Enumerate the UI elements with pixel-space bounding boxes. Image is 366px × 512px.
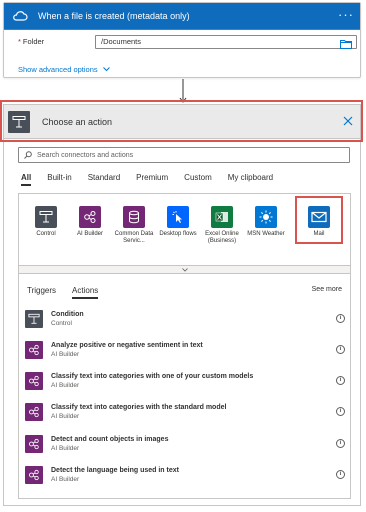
connector-label: Common Data Servic... [114,231,154,244]
connector-ai-builder[interactable]: AI Builder [70,206,110,238]
connector-label: MSN Weather [247,231,285,237]
action-item-condition[interactable]: Condition Control i [25,308,345,330]
action-item-text: Condition Control [51,310,84,328]
actions-list-panel: Triggers Actions See more Condition Cont… [18,274,351,499]
search-icon [24,151,32,159]
folder-label-text: Folder [22,37,45,46]
action-item-text: Detect and count objects in images AI Bu… [51,435,168,453]
connector-grid: Control AI Builder Common Data Servic...… [18,193,351,265]
trigger-header[interactable]: When a file is created (metadata only) ·… [4,3,360,30]
action-item-analyze-sentiment[interactable]: Analyze positive or negative sentiment i… [25,339,345,361]
action-item-text: Analyze positive or negative sentiment i… [51,341,203,359]
action-name: Classify text into categories with the s… [51,404,227,411]
info-icon[interactable]: i [336,407,345,416]
action-connector: AI Builder [51,445,80,452]
tab-my-clipboard[interactable]: My clipboard [228,173,273,185]
folder-label: * Folder [18,37,93,46]
flow-connector-arrow [179,79,187,103]
action-item-detect-language[interactable]: Detect the language being used in text A… [25,464,345,486]
tab-triggers[interactable]: Triggers [27,286,56,298]
action-name: Analyze positive or negative sentiment i… [51,342,203,349]
action-name: Classify text into categories with one o… [51,373,254,380]
connector-control[interactable]: Control [26,206,66,238]
weather-sun-icon [255,206,277,228]
connector-label: Mail [313,231,325,237]
more-options-icon[interactable]: ··· [338,7,354,22]
cursor-click-icon [167,206,189,228]
required-marker: * [18,37,21,46]
tab-standard[interactable]: Standard [88,173,120,185]
control-icon [35,206,57,228]
ai-builder-icon [79,206,101,228]
category-tabs: All Built-in Standard Premium Custom My … [21,173,289,186]
choose-action-panel: Choose an action Search connectors and a… [3,104,361,506]
close-icon[interactable] [342,115,354,127]
connector-desktop-flows[interactable]: Desktop flows [158,206,198,238]
info-icon[interactable]: i [336,439,345,448]
folder-row: * Folder /Documents [18,34,360,49]
connector-common-data-service[interactable]: Common Data Servic... [114,206,154,245]
folder-input[interactable]: /Documents [95,34,357,49]
tab-all[interactable]: All [21,173,32,186]
tab-custom[interactable]: Custom [184,173,212,185]
connector-msn-weather[interactable]: MSN Weather [246,206,286,238]
advanced-link-text: Show advanced options [18,65,98,74]
ai-builder-icon [25,372,43,390]
trigger-title: When a file is created (metadata only) [38,11,190,21]
action-connector: AI Builder [51,413,80,420]
action-item-classify-custom[interactable]: Classify text into categories with one o… [25,370,345,392]
database-icon [123,206,145,228]
action-item-classify-standard[interactable]: Classify text into categories with the s… [25,401,345,423]
choose-action-header[interactable]: Choose an action [4,105,360,139]
show-advanced-options-link[interactable]: Show advanced options [18,65,110,74]
onedrive-cloud-icon [11,7,29,25]
info-icon[interactable]: i [336,376,345,385]
expand-connectors-bar[interactable] [18,265,351,274]
mail-envelope-icon [308,206,330,228]
action-name: Detect the language being used in text [51,467,179,474]
action-item-detect-objects[interactable]: Detect and count objects in images AI Bu… [25,433,345,455]
action-connector: Control [51,320,72,327]
chevron-down-icon [181,267,188,272]
trigger-card[interactable]: When a file is created (metadata only) ·… [3,2,361,78]
connector-label: AI Builder [76,231,103,237]
search-placeholder: Search connectors and actions [37,151,134,159]
connector-excel-online[interactable]: Excel Online (Business) [202,206,242,245]
ai-builder-icon [25,403,43,421]
action-name: Detect and count objects in images [51,436,169,443]
folder-picker-icon[interactable] [340,39,352,49]
excel-icon [211,206,233,228]
search-connectors-input[interactable]: Search connectors and actions [18,147,350,163]
connector-label: Excel Online (Business) [205,231,239,244]
ai-builder-icon [25,341,43,359]
connector-mail[interactable]: Mail [299,206,339,238]
action-connector: AI Builder [51,476,80,483]
ai-builder-icon [25,435,43,453]
trigger-action-tabs: Triggers Actions [27,286,114,299]
action-step-icon [8,110,30,133]
action-connector: AI Builder [51,351,80,358]
tab-premium[interactable]: Premium [136,173,168,185]
ai-builder-icon [25,466,43,484]
control-icon [25,310,43,328]
chevron-down-icon [102,67,110,72]
action-item-text: Classify text into categories with the s… [51,403,226,421]
info-icon[interactable]: i [336,470,345,479]
connector-label: Control [36,231,56,237]
action-item-text: Detect the language being used in text A… [51,466,179,484]
connector-label: Desktop flows [159,231,197,237]
info-icon[interactable]: i [336,345,345,354]
see-more-link[interactable]: See more [312,286,342,293]
choose-action-title: Choose an action [42,116,113,127]
action-name: Condition [51,311,84,318]
tab-actions[interactable]: Actions [72,286,99,299]
tab-built-in[interactable]: Built-in [47,173,71,185]
action-connector: AI Builder [51,382,80,389]
action-item-text: Classify text into categories with one o… [51,372,253,390]
info-icon[interactable]: i [336,314,345,323]
